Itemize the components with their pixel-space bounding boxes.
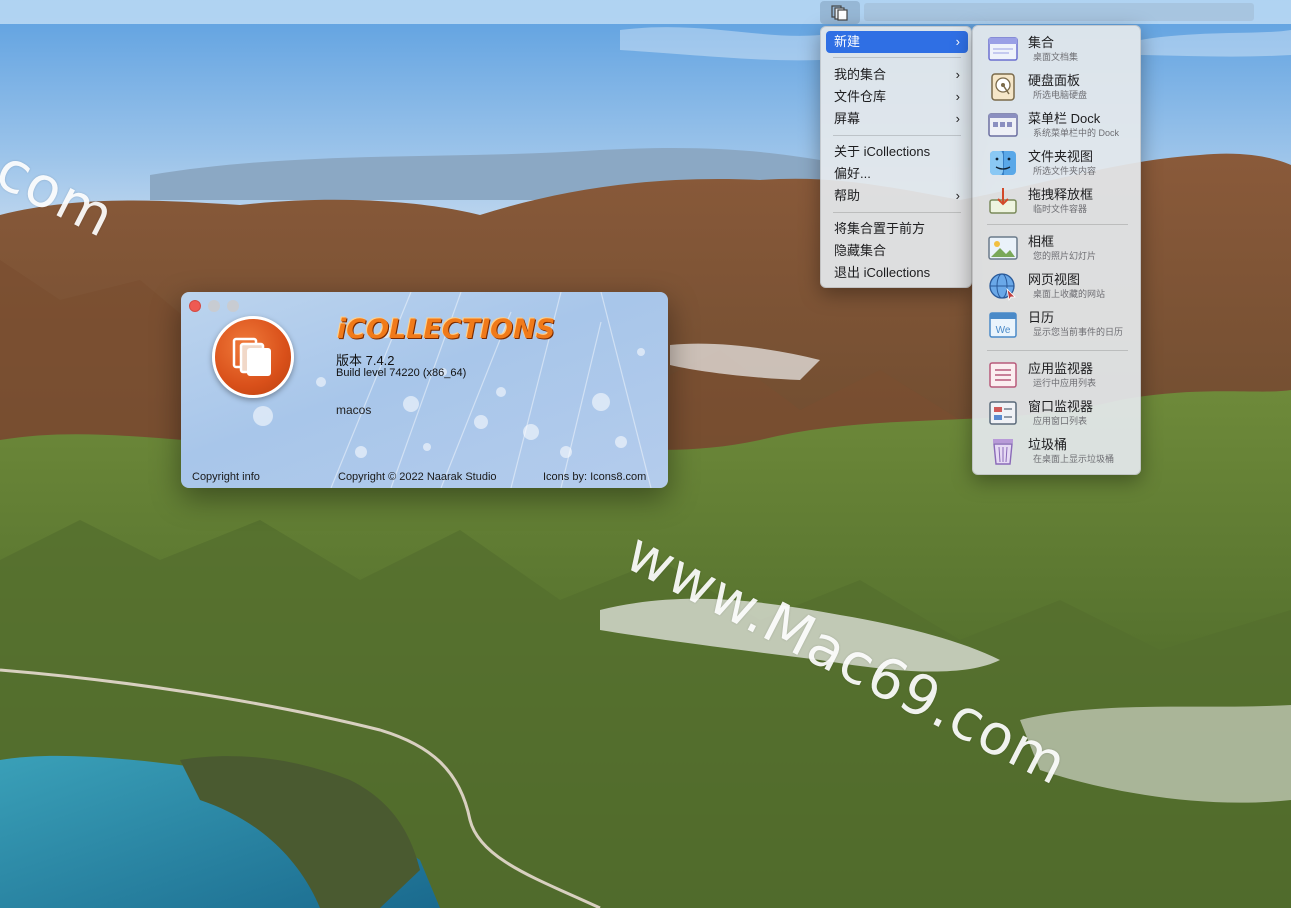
submenu-item-desc: 在桌面上显示垃圾桶 xyxy=(1033,454,1115,464)
menu-item-label: 帮助 xyxy=(834,188,861,203)
minimize-button xyxy=(208,300,220,312)
menu-item-file-vault[interactable]: 文件仓库 › xyxy=(826,86,968,108)
submenu-item-collection[interactable]: 集合 桌面文档集 xyxy=(973,31,1142,67)
chevron-right-icon: › xyxy=(955,67,960,82)
submenu-item-drop-box[interactable]: 拖拽释放框 临时文件容器 xyxy=(973,183,1142,219)
submenu-item-desc: 您的照片幻灯片 xyxy=(1033,251,1097,261)
menu-item-about[interactable]: 关于 iCollections xyxy=(826,141,968,163)
submenu-item-title: 文件夹视图 xyxy=(1028,149,1094,164)
submenu-item-title: 集合 xyxy=(1028,35,1055,50)
menu-item-label: 我的集合 xyxy=(834,67,887,82)
menu-item-label: 新建 xyxy=(834,34,861,49)
menubar-status-area xyxy=(864,3,1254,21)
submenu-item-title: 拖拽释放框 xyxy=(1028,187,1094,202)
photo-frame-icon xyxy=(988,236,1018,260)
trash-bin-icon xyxy=(993,439,1013,465)
menu-item-quit[interactable]: 退出 iCollections xyxy=(826,262,968,284)
chevron-right-icon: › xyxy=(955,34,960,49)
menu-item-bring-to-front[interactable]: 将集合置于前方 xyxy=(826,218,968,240)
copyright-text: Copyright © 2022 Naarak Studio xyxy=(338,471,497,483)
submenu-item-drives-panel[interactable]: 硬盘面板 所选电脑硬盘 xyxy=(973,69,1142,105)
menu-item-label: 关于 iCollections xyxy=(834,144,931,159)
submenu-item-desc: 桌面文档集 xyxy=(1033,52,1079,62)
submenu-item-desc: 所选电脑硬盘 xyxy=(1033,90,1088,100)
submenu-item-folder-view[interactable]: 文件夹视图 所选文件夹内容 xyxy=(973,145,1142,181)
menu-item-label: 将集合置于前方 xyxy=(834,221,926,236)
new-submenu: 集合 桌面文档集 硬盘面板 所选电脑硬盘 菜单栏 Dock 系统菜单栏中的 Do… xyxy=(972,25,1141,475)
icollections-menubar-icon[interactable] xyxy=(820,1,860,24)
submenu-item-title: 相框 xyxy=(1028,234,1055,249)
chevron-right-icon: › xyxy=(955,111,960,126)
submenu-item-window-monitor[interactable]: 窗口监视器 应用窗口列表 xyxy=(973,395,1142,431)
menu-item-label: 屏幕 xyxy=(834,111,861,126)
submenu-item-desc: 临时文件容器 xyxy=(1033,204,1088,214)
submenu-item-trash[interactable]: 垃圾桶 在桌面上显示垃圾桶 xyxy=(973,433,1142,469)
submenu-item-title: 网页视图 xyxy=(1028,272,1081,287)
build-label: Build level 74220 (x86_64) xyxy=(336,367,467,379)
hard-drive-icon xyxy=(991,73,1015,101)
submenu-item-desc: 所选文件夹内容 xyxy=(1033,166,1097,176)
menu-item-label: 隐藏集合 xyxy=(834,243,887,258)
finder-folder-icon xyxy=(990,151,1016,175)
zoom-button xyxy=(227,300,239,312)
submenu-item-title: 窗口监视器 xyxy=(1028,399,1094,414)
menu-separator xyxy=(833,57,961,58)
web-globe-icon xyxy=(989,273,1016,301)
about-window: iCOLLECTIONS 版本 7.4.2 Build level 74220 … xyxy=(181,292,668,488)
submenu-item-title: 日历 xyxy=(1028,310,1055,325)
submenu-item-calendar[interactable]: We 日历 显示您当前事件的日历 xyxy=(973,306,1142,342)
menu-item-hide-collections[interactable]: 隐藏集合 xyxy=(826,240,968,262)
menu-item-label: 文件仓库 xyxy=(834,89,887,104)
app-monitor-icon xyxy=(989,362,1017,388)
submenu-separator xyxy=(987,224,1128,225)
calendar-badge: We xyxy=(996,325,1011,336)
window-monitor-icon xyxy=(989,401,1017,425)
close-button[interactable] xyxy=(189,300,201,312)
submenu-item-web-view[interactable]: 网页视图 桌面上收藏的网站 xyxy=(973,268,1142,304)
submenu-item-title: 垃圾桶 xyxy=(1028,437,1068,452)
menu-separator xyxy=(833,212,961,213)
chevron-right-icon: › xyxy=(955,188,960,203)
submenu-item-desc: 桌面上收藏的网站 xyxy=(1033,289,1106,299)
menu-item-screens[interactable]: 屏幕 › xyxy=(826,108,968,130)
collection-window-icon xyxy=(988,37,1018,61)
submenu-item-photo-frame[interactable]: 相框 您的照片幻灯片 xyxy=(973,230,1142,266)
menubar-dock-icon xyxy=(988,113,1018,137)
submenu-item-desc: 应用窗口列表 xyxy=(1033,416,1088,426)
icons-credit: Icons by: Icons8.com xyxy=(543,471,647,483)
calendar-icon: We xyxy=(989,312,1017,338)
copyright-info-link[interactable]: Copyright info xyxy=(192,471,260,483)
drop-box-icon xyxy=(989,188,1017,214)
app-wordmark: iCOLLECTIONS xyxy=(337,314,556,345)
os-label: macos xyxy=(336,403,372,417)
menu-separator xyxy=(833,135,961,136)
menu-item-new[interactable]: 新建 › xyxy=(826,31,968,53)
submenu-item-app-monitor[interactable]: 应用监视器 运行中应用列表 xyxy=(973,357,1142,393)
menu-item-label: 退出 iCollections xyxy=(834,265,931,280)
app-dropdown-menu: 新建 › 我的集合 › 文件仓库 › 屏幕 › 关于 iCollections … xyxy=(820,26,972,288)
menu-item-preferences[interactable]: 偏好... xyxy=(826,163,968,185)
chevron-right-icon: › xyxy=(955,89,960,104)
submenu-item-menubar-dock[interactable]: 菜单栏 Dock 系统菜单栏中的 Dock xyxy=(973,107,1142,143)
submenu-item-desc: 显示您当前事件的日历 xyxy=(1033,327,1124,337)
submenu-item-desc: 运行中应用列表 xyxy=(1033,378,1097,388)
submenu-item-title: 应用监视器 xyxy=(1028,361,1094,376)
app-logo-icon xyxy=(212,316,294,398)
menu-item-help[interactable]: 帮助 › xyxy=(826,185,968,207)
submenu-item-title: 菜单栏 Dock xyxy=(1028,111,1101,126)
menu-item-my-collections[interactable]: 我的集合 › xyxy=(826,64,968,86)
submenu-item-desc: 系统菜单栏中的 Dock xyxy=(1033,128,1120,138)
menu-item-label: 偏好... xyxy=(834,166,871,181)
submenu-separator xyxy=(987,350,1128,351)
submenu-item-title: 硬盘面板 xyxy=(1028,73,1081,88)
menu-bar xyxy=(0,0,1291,24)
